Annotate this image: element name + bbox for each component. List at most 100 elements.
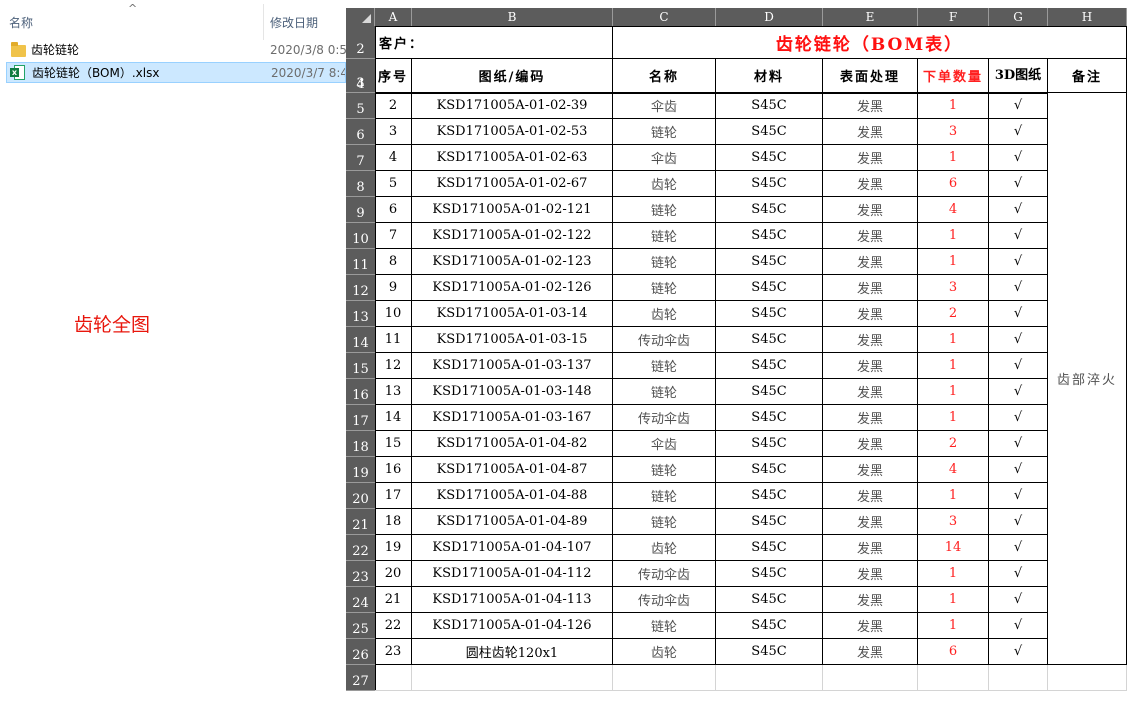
material-cell[interactable]: S45C bbox=[716, 613, 823, 639]
seq-cell[interactable]: 12 bbox=[375, 353, 412, 379]
order-qty-cell[interactable]: 1 bbox=[918, 327, 989, 353]
seq-cell[interactable]: 11 bbox=[375, 327, 412, 353]
surface-treatment-header[interactable]: 表面处理 bbox=[823, 59, 918, 93]
seq-cell[interactable]: 13 bbox=[375, 379, 412, 405]
material-cell[interactable]: S45C bbox=[716, 249, 823, 275]
seq-cell[interactable]: 4 bbox=[375, 145, 412, 171]
surface-treatment-cell[interactable]: 发黑 bbox=[823, 509, 918, 535]
surface-treatment-cell[interactable]: 发黑 bbox=[823, 405, 918, 431]
row-header-15[interactable]: 15 bbox=[346, 353, 375, 379]
row-header-8[interactable]: 8 bbox=[346, 171, 375, 197]
3d-drawing-check-cell[interactable]: √ bbox=[989, 613, 1048, 639]
3d-drawing-check-cell[interactable]: √ bbox=[989, 353, 1048, 379]
material-cell[interactable]: S45C bbox=[716, 509, 823, 535]
row-header-17[interactable]: 17 bbox=[346, 405, 375, 431]
material-cell[interactable]: S45C bbox=[716, 379, 823, 405]
3d-drawing-check-cell[interactable]: √ bbox=[989, 535, 1048, 561]
select-all-corner[interactable] bbox=[346, 8, 375, 26]
part-name-cell[interactable]: 链轮 bbox=[613, 275, 716, 301]
material-cell[interactable]: S45C bbox=[716, 405, 823, 431]
3d-drawing-check-cell[interactable]: √ bbox=[989, 405, 1048, 431]
seq-cell[interactable]: 5 bbox=[375, 171, 412, 197]
row-header-16[interactable]: 16 bbox=[346, 379, 375, 405]
material-cell[interactable]: S45C bbox=[716, 93, 823, 119]
part-name-cell[interactable]: 链轮 bbox=[613, 249, 716, 275]
surface-treatment-cell[interactable]: 发黑 bbox=[823, 197, 918, 223]
row-header-2[interactable]: 2 bbox=[346, 26, 375, 59]
surface-treatment-cell[interactable]: 发黑 bbox=[823, 483, 918, 509]
row-header-22[interactable]: 22 bbox=[346, 535, 375, 561]
part-name-cell[interactable]: 链轮 bbox=[613, 483, 716, 509]
row-header-6[interactable]: 6 bbox=[346, 119, 375, 145]
material-cell[interactable]: S45C bbox=[716, 353, 823, 379]
seq-cell[interactable]: 23 bbox=[375, 639, 412, 665]
drawing-code-cell[interactable]: KSD171005A-01-02-121 bbox=[412, 197, 613, 223]
part-name-cell[interactable]: 齿轮 bbox=[613, 301, 716, 327]
order-qty-cell[interactable]: 1 bbox=[918, 483, 989, 509]
3d-drawing-check-cell[interactable]: √ bbox=[989, 197, 1048, 223]
part-name-cell[interactable]: 链轮 bbox=[613, 353, 716, 379]
row-header-5[interactable]: 5 bbox=[346, 93, 375, 119]
3d-drawing-header[interactable]: 3D图纸 bbox=[989, 59, 1048, 93]
name-column-header[interactable]: 名称 bbox=[9, 14, 33, 31]
column-header-b[interactable]: B bbox=[412, 8, 613, 26]
order-qty-cell[interactable]: 1 bbox=[918, 613, 989, 639]
drawing-code-cell[interactable]: KSD171005A-01-03-14 bbox=[412, 301, 613, 327]
file-row-folder[interactable]: 齿轮链轮 2020/3/8 0:5 bbox=[6, 40, 346, 61]
row-header-11[interactable]: 11 bbox=[346, 249, 375, 275]
part-name-cell[interactable]: 齿轮 bbox=[613, 171, 716, 197]
drawing-code-cell[interactable]: KSD171005A-01-04-107 bbox=[412, 535, 613, 561]
drawing-code-cell[interactable]: 圆柱齿轮120x1 bbox=[412, 639, 613, 665]
material-cell[interactable]: S45C bbox=[716, 197, 823, 223]
part-name-cell[interactable]: 伞齿 bbox=[613, 431, 716, 457]
3d-drawing-check-cell[interactable]: √ bbox=[989, 639, 1048, 665]
file-row-xlsx[interactable]: x 齿轮链轮（BOM）.xlsx 2020/3/7 8:4 bbox=[6, 62, 346, 83]
3d-drawing-check-cell[interactable]: √ bbox=[989, 457, 1048, 483]
seq-cell[interactable]: 14 bbox=[375, 405, 412, 431]
part-name-cell[interactable]: 链轮 bbox=[613, 119, 716, 145]
column-header-h[interactable]: H bbox=[1048, 8, 1127, 26]
column-divider[interactable] bbox=[263, 4, 264, 40]
date-column-header[interactable]: 修改日期 bbox=[270, 14, 318, 31]
drawing-code-cell[interactable]: KSD171005A-01-04-112 bbox=[412, 561, 613, 587]
material-cell[interactable]: S45C bbox=[716, 301, 823, 327]
surface-treatment-cell[interactable]: 发黑 bbox=[823, 353, 918, 379]
name-header[interactable]: 名称 bbox=[613, 59, 716, 93]
part-name-cell[interactable]: 链轮 bbox=[613, 223, 716, 249]
part-name-cell[interactable]: 传动伞齿 bbox=[613, 327, 716, 353]
empty-cell[interactable] bbox=[989, 665, 1048, 691]
material-header[interactable]: 材料 bbox=[716, 59, 823, 93]
drawing-code-cell[interactable]: KSD171005A-01-02-126 bbox=[412, 275, 613, 301]
row-header-14[interactable]: 14 bbox=[346, 327, 375, 353]
seq-cell[interactable]: 19 bbox=[375, 535, 412, 561]
seq-cell[interactable]: 6 bbox=[375, 197, 412, 223]
seq-cell[interactable]: 18 bbox=[375, 509, 412, 535]
surface-treatment-cell[interactable]: 发黑 bbox=[823, 301, 918, 327]
surface-treatment-cell[interactable]: 发黑 bbox=[823, 535, 918, 561]
order-qty-cell[interactable]: 4 bbox=[918, 197, 989, 223]
material-cell[interactable]: S45C bbox=[716, 457, 823, 483]
order-qty-cell[interactable]: 1 bbox=[918, 561, 989, 587]
order-qty-cell[interactable]: 6 bbox=[918, 639, 989, 665]
surface-treatment-cell[interactable]: 发黑 bbox=[823, 119, 918, 145]
row-header-25[interactable]: 25 bbox=[346, 613, 375, 639]
part-name-cell[interactable]: 齿轮 bbox=[613, 639, 716, 665]
empty-cell[interactable] bbox=[918, 665, 989, 691]
part-name-cell[interactable]: 伞齿 bbox=[613, 93, 716, 119]
seq-cell[interactable]: 20 bbox=[375, 561, 412, 587]
drawing-code-cell[interactable]: KSD171005A-01-02-123 bbox=[412, 249, 613, 275]
surface-treatment-cell[interactable]: 发黑 bbox=[823, 639, 918, 665]
column-header-c[interactable]: C bbox=[613, 8, 716, 26]
material-cell[interactable]: S45C bbox=[716, 561, 823, 587]
row-header-19[interactable]: 19 bbox=[346, 457, 375, 483]
empty-cell[interactable] bbox=[1048, 665, 1127, 691]
drawing-code-cell[interactable]: KSD171005A-01-04-88 bbox=[412, 483, 613, 509]
3d-drawing-check-cell[interactable]: √ bbox=[989, 483, 1048, 509]
material-cell[interactable]: S45C bbox=[716, 639, 823, 665]
material-cell[interactable]: S45C bbox=[716, 223, 823, 249]
row-header-12[interactable]: 12 bbox=[346, 275, 375, 301]
drawing-code-cell[interactable]: KSD171005A-01-02-39 bbox=[412, 93, 613, 119]
order-qty-cell[interactable]: 6 bbox=[918, 171, 989, 197]
order-qty-cell[interactable]: 1 bbox=[918, 223, 989, 249]
3d-drawing-check-cell[interactable]: √ bbox=[989, 171, 1048, 197]
